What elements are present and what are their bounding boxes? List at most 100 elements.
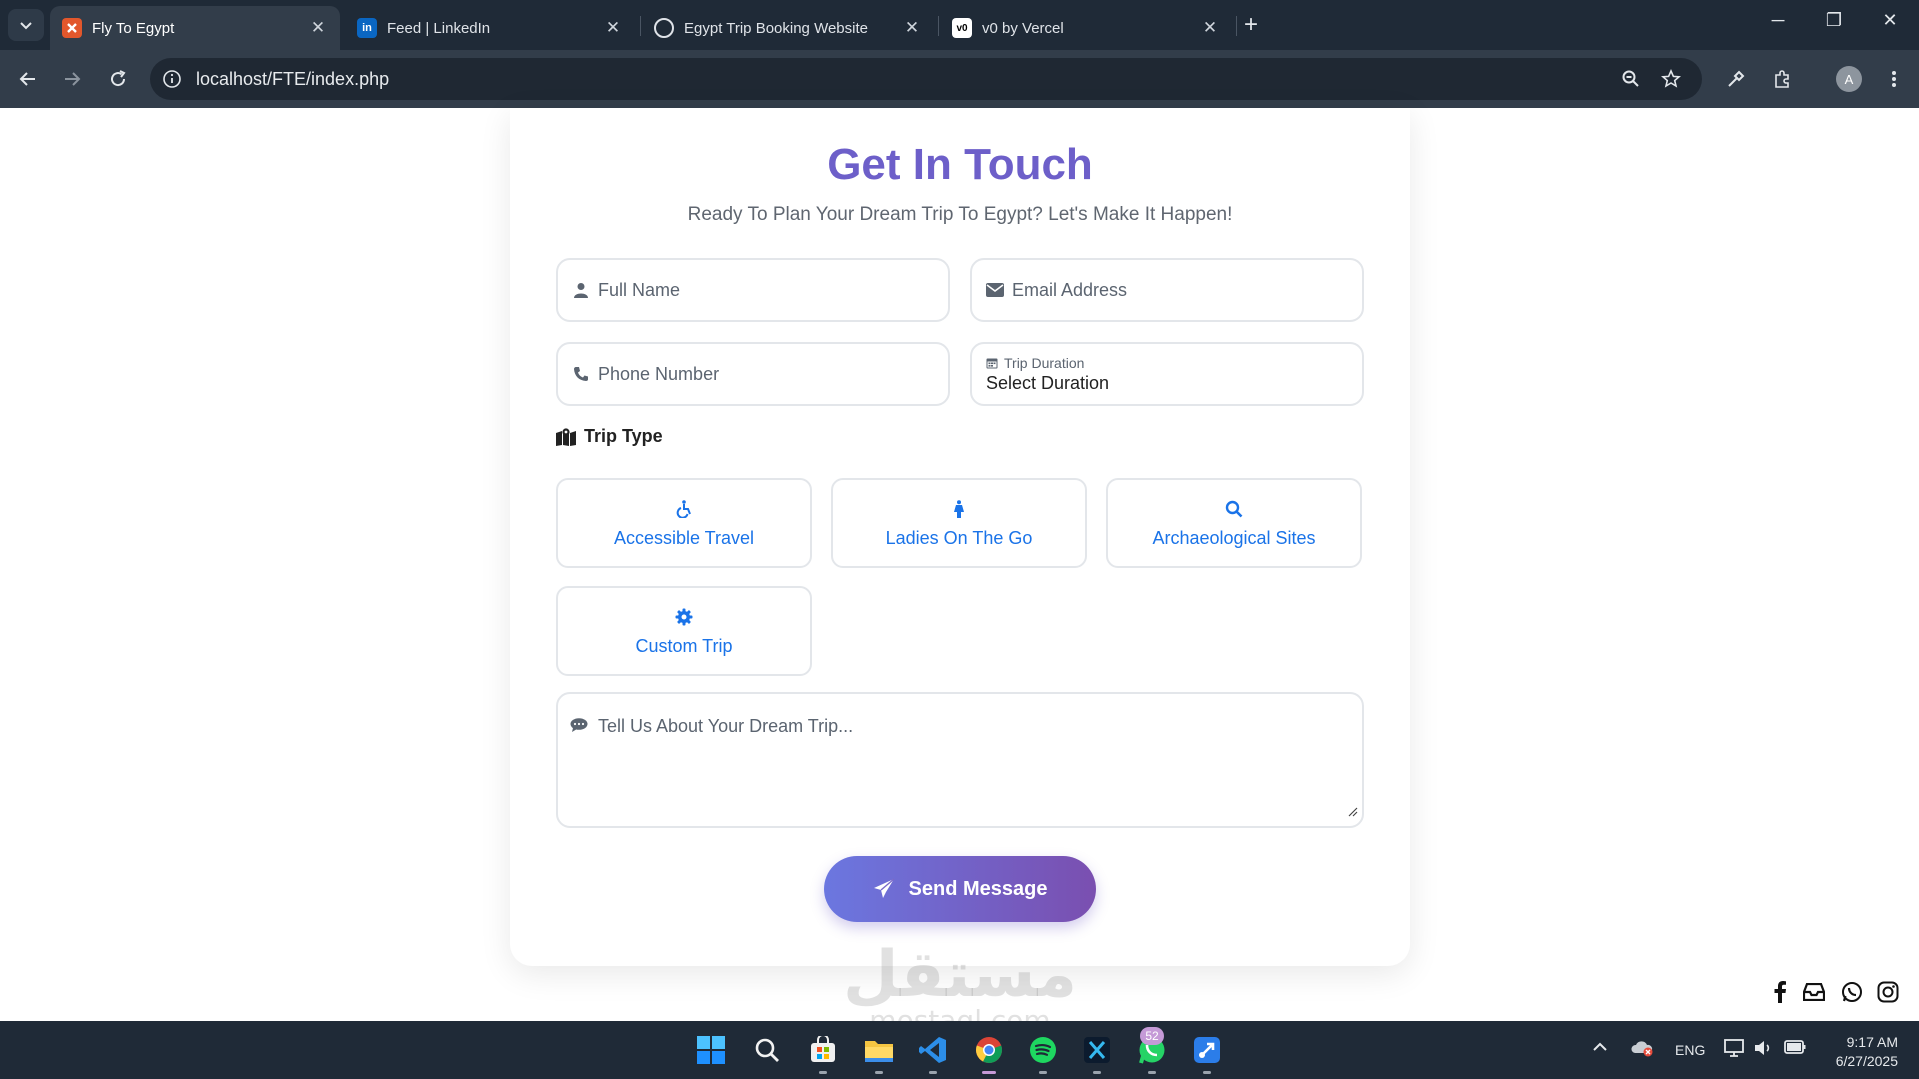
xampp-icon — [62, 18, 82, 38]
watermark-arabic: مستقل — [842, 938, 1078, 1012]
tab-linkedin[interactable]: in Feed | LinkedIn ✕ — [345, 6, 635, 50]
search-icon — [1225, 498, 1243, 520]
tab-separator — [1236, 16, 1237, 36]
language-indicator[interactable]: ENG — [1675, 1042, 1705, 1058]
chevron-up-icon — [1593, 1042, 1607, 1051]
trip-duration-value: Select Duration — [986, 372, 1110, 393]
running-indicator — [875, 1071, 883, 1074]
chevron-down-icon — [20, 22, 32, 30]
system-clock[interactable]: 9:17 AM 6/27/2025 — [1822, 1033, 1898, 1071]
inbox-icon[interactable] — [1802, 980, 1826, 1004]
full-name-placeholder: Full Name — [598, 279, 681, 300]
forward-button[interactable] — [58, 65, 86, 93]
trip-type-accessible[interactable]: Accessible Travel — [556, 478, 812, 568]
file-explorer-icon[interactable] — [862, 1033, 896, 1067]
running-indicator — [1148, 1071, 1156, 1074]
tab-title: Egypt Trip Booking Website — [684, 19, 868, 37]
reload-icon — [111, 70, 126, 87]
tab-fly-to-egypt[interactable]: Fly To Egypt ✕ — [50, 6, 340, 50]
battery-icon[interactable] — [1784, 1039, 1806, 1058]
close-icon[interactable]: ✕ — [603, 18, 623, 38]
whatsapp-icon[interactable] — [1840, 980, 1864, 1004]
reload-button[interactable] — [104, 65, 132, 93]
bookmark-star-icon[interactable] — [1660, 68, 1682, 90]
close-icon[interactable]: ✕ — [1200, 18, 1220, 38]
snipping-tool-icon[interactable] — [1190, 1033, 1224, 1067]
close-icon[interactable]: ✕ — [308, 18, 328, 38]
gear-icon — [675, 606, 693, 628]
trip-type-label: Accessible Travel — [613, 527, 755, 548]
url-text[interactable]: localhost/FTE/index.php — [196, 69, 389, 90]
instagram-icon[interactable] — [1876, 980, 1900, 1004]
map-marked-icon — [556, 427, 576, 446]
trip-type-label: Ladies On The Go — [885, 527, 1033, 548]
windows-taskbar: 52 ENG 9:17 AM 6/27/2025 — [0, 1021, 1919, 1079]
spotify-icon[interactable] — [1026, 1033, 1060, 1067]
search-icon[interactable] — [750, 1033, 784, 1067]
volume-icon[interactable] — [1754, 1039, 1774, 1060]
trip-type-label: Archaeological Sites — [1152, 527, 1316, 548]
send-message-label: Send Message — [908, 877, 1048, 900]
message-placeholder: Tell Us About Your Dream Trip... — [598, 716, 854, 736]
tab-title: Feed | LinkedIn — [387, 19, 491, 37]
code-editor-icon[interactable] — [1080, 1033, 1114, 1067]
trip-duration-select[interactable]: Trip Duration Select Duration — [970, 342, 1364, 406]
new-tab-button[interactable]: + — [1244, 12, 1258, 38]
onedrive-icon[interactable] — [1630, 1039, 1654, 1060]
browser-tab-bar: Fly To Egypt ✕ in Feed | LinkedIn ✕ Egyp… — [0, 0, 1919, 50]
send-message-button[interactable]: Send Message — [824, 856, 1096, 922]
page-title: Get In Touch — [827, 140, 1093, 189]
network-icon[interactable] — [1724, 1039, 1746, 1060]
tray-overflow-chevron[interactable] — [1592, 1039, 1608, 1055]
message-textarea[interactable]: Tell Us About Your Dream Trip... — [556, 692, 1364, 828]
clock-date: 6/27/2025 — [1835, 1053, 1898, 1069]
vscode-icon[interactable] — [916, 1033, 950, 1067]
chatgpt-icon — [654, 18, 674, 38]
full-name-field[interactable]: Full Name — [556, 258, 950, 322]
tab-v0-vercel[interactable]: v0 v0 by Vercel ✕ — [940, 6, 1232, 50]
paper-plane-icon — [873, 878, 895, 900]
phone-field[interactable]: Phone Number — [556, 342, 950, 406]
close-window-button[interactable]: ✕ — [1870, 10, 1910, 31]
phone-placeholder: Phone Number — [598, 363, 720, 384]
microsoft-store-icon[interactable] — [806, 1033, 840, 1067]
minimize-button[interactable]: ─ — [1758, 10, 1798, 31]
windows-start-icon[interactable] — [694, 1033, 728, 1067]
address-bar[interactable]: localhost/FTE/index.php — [150, 58, 1702, 100]
more-menu-icon[interactable] — [1880, 65, 1908, 93]
v0-icon: v0 — [952, 18, 972, 38]
profile-avatar[interactable]: A — [1836, 66, 1862, 92]
trip-type-custom[interactable]: Custom Trip — [556, 586, 812, 676]
running-indicator — [929, 1071, 937, 1074]
user-icon — [572, 281, 590, 299]
whatsapp-badge: 52 — [1140, 1027, 1164, 1045]
trip-type-title: Trip Type — [584, 426, 663, 446]
email-field[interactable]: Email Address — [970, 258, 1364, 322]
tab-egypt-trip-booking[interactable]: Egypt Trip Booking Website ✕ — [642, 6, 934, 50]
contact-card: Get In Touch Ready To Plan Your Dream Tr… — [510, 108, 1410, 966]
arrow-right-icon — [65, 72, 81, 86]
trip-type-archaeological[interactable]: Archaeological Sites — [1106, 478, 1362, 568]
eyedropper-extension-icon[interactable] — [1722, 65, 1750, 93]
trip-duration-label: Trip Duration — [1004, 354, 1085, 371]
chrome-icon[interactable] — [972, 1033, 1006, 1067]
female-icon — [952, 498, 966, 520]
site-info-icon[interactable] — [162, 69, 182, 89]
close-icon[interactable]: ✕ — [902, 18, 922, 38]
tab-title: Fly To Egypt — [92, 19, 175, 37]
page-subtitle: Ready To Plan Your Dream Trip To Egypt? … — [687, 204, 1233, 225]
resize-handle[interactable] — [1348, 804, 1358, 822]
calendar-icon — [986, 358, 998, 368]
browser-toolbar: localhost/FTE/index.php A — [0, 50, 1919, 108]
zoom-icon[interactable] — [1620, 68, 1642, 90]
running-indicator — [819, 1071, 827, 1074]
envelope-icon — [986, 281, 1004, 299]
tab-search-button[interactable] — [8, 9, 44, 41]
restore-button[interactable]: ❐ — [1814, 10, 1854, 31]
back-button[interactable] — [14, 65, 42, 93]
trip-type-heading: Trip Type — [556, 426, 663, 447]
facebook-icon[interactable] — [1768, 980, 1792, 1004]
comments-icon — [570, 718, 588, 737]
trip-type-ladies[interactable]: Ladies On The Go — [831, 478, 1087, 568]
extensions-puzzle-icon[interactable] — [1768, 65, 1796, 93]
